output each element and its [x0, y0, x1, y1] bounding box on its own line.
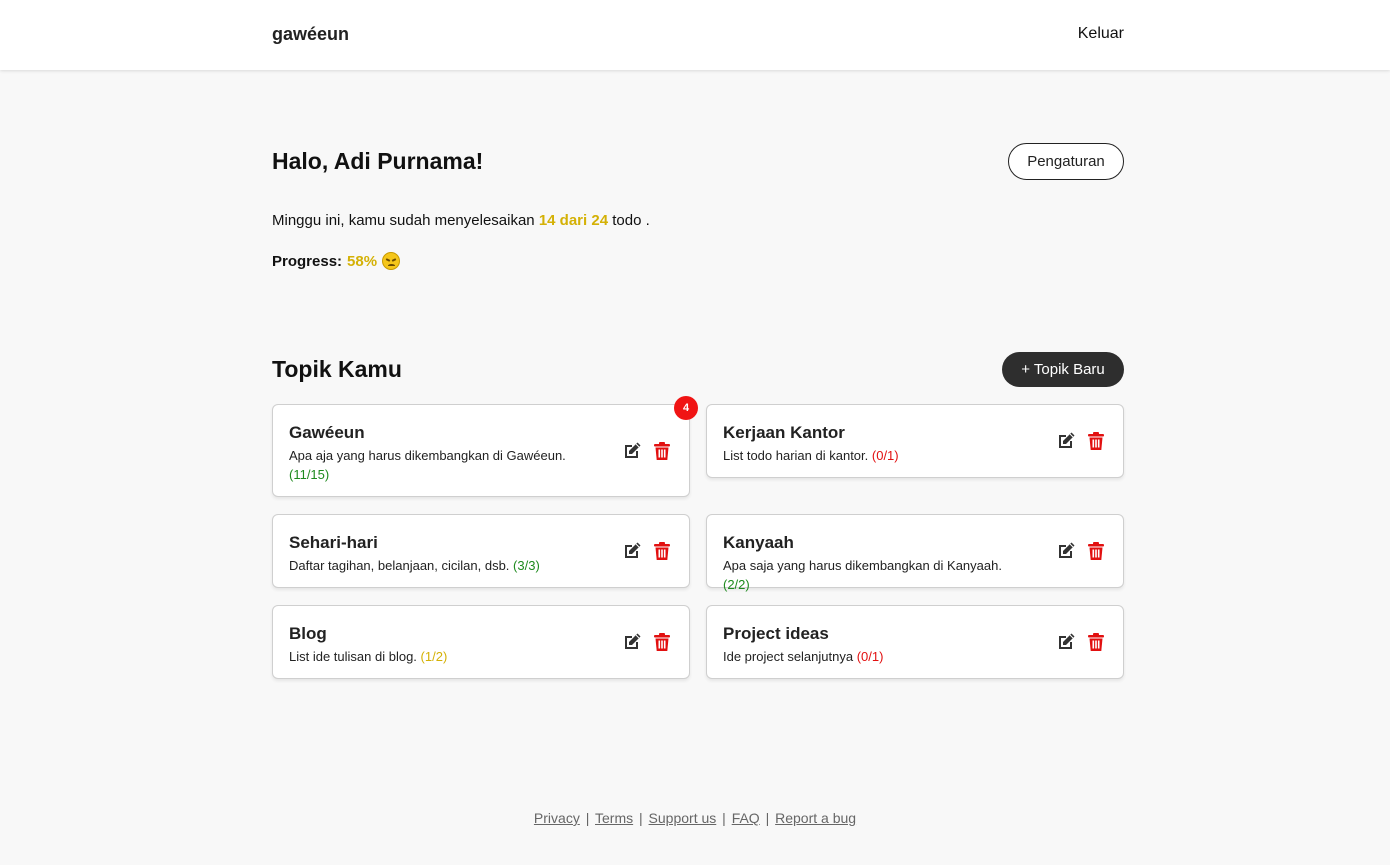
topic-actions	[1056, 541, 1106, 561]
edit-icon[interactable]	[622, 541, 642, 561]
summary-prefix: Minggu ini, kamu sudah menyelesaikan	[272, 212, 535, 229]
edit-icon[interactable]	[1056, 431, 1076, 451]
brand-logo[interactable]: gawéeun	[272, 24, 349, 45]
edit-icon[interactable]	[1056, 632, 1076, 652]
topic-card[interactable]: Blog List ide tulisan di blog. (1/2)	[272, 605, 690, 679]
topic-count: (1/2)	[420, 649, 448, 664]
topic-description: Ide project selanjutnya (0/1)	[723, 647, 1023, 666]
topic-count: (0/1)	[871, 448, 899, 463]
topic-description: List todo harian di kantor. (0/1)	[723, 446, 1023, 465]
topic-title[interactable]: Project ideas	[723, 624, 829, 644]
trash-icon[interactable]	[1086, 632, 1106, 652]
topic-actions	[622, 441, 672, 461]
topic-description: List ide tulisan di blog. (1/2)	[289, 647, 589, 666]
topic-title[interactable]: Kerjaan Kantor	[723, 423, 845, 443]
topic-card[interactable]: Kerjaan Kantor List todo harian di kantor…	[706, 404, 1124, 478]
topic-title[interactable]: Gawéeun	[289, 423, 365, 443]
topic-actions	[1056, 431, 1106, 451]
progress-value: 58%	[347, 252, 378, 270]
new-topic-button[interactable]: + Topik Baru	[1002, 352, 1124, 387]
footer-separator: |	[722, 810, 726, 826]
topic-actions	[1056, 632, 1106, 652]
progress-label: Progress:	[272, 252, 343, 270]
footer-link-privacy[interactable]: Privacy	[534, 810, 580, 826]
topic-description: Apa aja yang harus dikembangkan di Gawée…	[289, 446, 589, 484]
topic-card[interactable]: Project ideas Ide project selanjutnya (0/…	[706, 605, 1124, 679]
topic-card[interactable]: Gawéeun Apa aja yang harus dikembangkan d…	[272, 396, 698, 497]
topic-desc-text: Ide project selanjutnya	[723, 649, 854, 664]
topic-desc-text: List ide tulisan di blog.	[289, 649, 417, 664]
topic-count: (2/2)	[723, 577, 750, 592]
edit-icon[interactable]	[622, 441, 642, 461]
summary-suffix: todo .	[612, 212, 650, 229]
weekly-summary: Minggu ini, kamu sudah menyelesaikan 14 …	[272, 212, 650, 229]
top-navbar: gawéeun Keluar	[0, 0, 1390, 70]
topic-desc-text: Apa aja yang harus dikembangkan di Gawée…	[289, 448, 566, 463]
topic-title[interactable]: Kanyaah	[723, 533, 794, 553]
footer: Privacy | Terms | Support us | FAQ | Rep…	[0, 810, 1390, 826]
topic-actions	[622, 632, 672, 652]
topic-description: Apa saja yang harus dikembangkan di Kany…	[723, 556, 1023, 594]
trash-icon[interactable]	[652, 541, 672, 561]
topic-count: (11/15)	[289, 467, 330, 482]
edit-icon[interactable]	[622, 632, 642, 652]
topic-description: Daftar tagihan, belanjaan, cicilan, dsb.…	[289, 556, 589, 575]
footer-link-faq[interactable]: FAQ	[732, 810, 760, 826]
trash-icon[interactable]	[1086, 541, 1106, 561]
topic-card[interactable]: Sehari-hari Daftar tagihan, belanjaan, ci…	[272, 514, 690, 588]
logout-link[interactable]: Keluar	[1078, 25, 1124, 43]
topic-title[interactable]: Sehari-hari	[289, 533, 378, 553]
notification-badge: 4	[674, 396, 698, 420]
topics-heading: Topik Kamu	[272, 356, 402, 382]
topic-card[interactable]: Kanyaah Apa saja yang harus dikembangkan …	[706, 514, 1124, 592]
trash-icon[interactable]	[652, 441, 672, 461]
trash-icon[interactable]	[652, 632, 672, 652]
topic-desc-text: List todo harian di kantor.	[723, 448, 869, 463]
footer-link-terms[interactable]: Terms	[595, 810, 633, 826]
topic-count: (0/1)	[856, 649, 884, 664]
footer-link-report-bug[interactable]: Report a bug	[775, 810, 856, 826]
greeting-heading: Halo, Adi Purnama!	[272, 148, 484, 174]
footer-separator: |	[639, 810, 643, 826]
edit-icon[interactable]	[1056, 541, 1076, 561]
persevering-face-icon	[382, 252, 401, 270]
trash-icon[interactable]	[1086, 431, 1106, 451]
footer-separator: |	[765, 810, 770, 826]
topic-count: (3/3)	[513, 558, 540, 573]
settings-button[interactable]: Pengaturan	[1008, 143, 1124, 180]
topic-title[interactable]: Blog	[289, 624, 327, 644]
footer-link-support[interactable]: Support us	[649, 810, 717, 826]
topic-actions	[622, 541, 672, 561]
footer-separator: |	[585, 810, 590, 826]
progress-line: Progress: 58%	[272, 252, 401, 270]
topic-desc-text: Apa saja yang harus dikembangkan di Kany…	[723, 558, 1002, 573]
topic-desc-text: Daftar tagihan, belanjaan, cicilan, dsb.	[289, 558, 510, 573]
summary-highlight: 14 dari 24	[538, 212, 609, 229]
